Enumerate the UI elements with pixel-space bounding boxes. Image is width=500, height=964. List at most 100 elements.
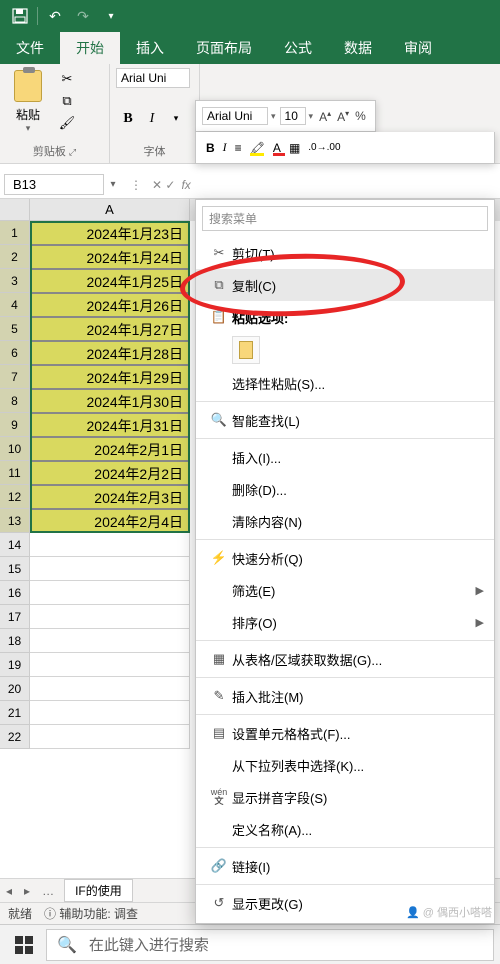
row-header[interactable]: 5 — [0, 317, 30, 341]
cell[interactable] — [30, 677, 190, 701]
context-menu-item[interactable]: 删除(D)... — [196, 473, 494, 505]
context-menu-item[interactable]: 从下拉列表中选择(K)... — [196, 749, 494, 781]
cell[interactable]: 2024年1月29日 — [30, 365, 190, 389]
cell[interactable] — [30, 605, 190, 629]
cell[interactable] — [30, 653, 190, 677]
context-menu-item[interactable]: 筛选(E)▶ — [196, 574, 494, 606]
redo-icon[interactable]: ↷ — [69, 2, 97, 30]
cut-icon[interactable]: ✂ — [57, 69, 77, 89]
row-header[interactable]: 11 — [0, 461, 30, 485]
percent-button[interactable]: % — [355, 109, 366, 123]
paste-option-icon[interactable] — [232, 336, 260, 364]
context-menu-item[interactable]: 排序(O)▶ — [196, 606, 494, 638]
font-name-select[interactable]: Arial Uni — [116, 68, 190, 88]
row-header[interactable]: 1 — [0, 221, 30, 245]
mini-bold-button[interactable]: B — [206, 141, 215, 155]
row-header[interactable]: 2 — [0, 245, 30, 269]
decimal-icon[interactable]: .0→.00 — [308, 142, 340, 153]
row-header[interactable]: 21 — [0, 701, 30, 725]
context-menu-item[interactable]: 🔍智能查找(L) — [196, 404, 494, 436]
cell[interactable] — [30, 533, 190, 557]
cell[interactable]: 2024年1月26日 — [30, 293, 190, 317]
cell[interactable] — [30, 557, 190, 581]
select-all-corner[interactable] — [0, 199, 30, 221]
row-header[interactable]: 18 — [0, 629, 30, 653]
context-menu-item[interactable]: wén文显示拼音字段(S) — [196, 781, 494, 813]
tab-home[interactable]: 开始 — [60, 32, 120, 64]
windows-start-icon[interactable] — [6, 936, 42, 954]
italic-button[interactable]: I — [140, 107, 164, 131]
context-menu-item[interactable]: 清除内容(N) — [196, 505, 494, 537]
row-header[interactable]: 20 — [0, 677, 30, 701]
cell[interactable] — [30, 629, 190, 653]
context-menu-item[interactable]: 选择性粘贴(S)... — [196, 367, 494, 399]
context-menu-item[interactable]: ⚡快速分析(Q) — [196, 542, 494, 574]
row-header[interactable]: 16 — [0, 581, 30, 605]
sheet-tab[interactable]: IF的使用 — [64, 879, 133, 902]
sheet-nav-next-icon[interactable]: ▸ — [18, 884, 36, 898]
cell[interactable] — [30, 581, 190, 605]
tab-formulas[interactable]: 公式 — [268, 32, 328, 64]
context-menu-item[interactable]: 定义名称(A)... — [196, 813, 494, 845]
mini-font-name[interactable]: Arial Uni — [202, 107, 268, 125]
row-header[interactable]: 13 — [0, 509, 30, 533]
cell[interactable]: 2024年1月24日 — [30, 245, 190, 269]
align-icon[interactable]: ≡ — [235, 141, 242, 155]
row-header[interactable]: 9 — [0, 413, 30, 437]
row-header[interactable]: 3 — [0, 269, 30, 293]
save-icon[interactable] — [6, 2, 34, 30]
sheet-nav-more-icon[interactable]: … — [36, 884, 60, 898]
border-icon[interactable]: ▦ — [289, 141, 300, 155]
cell[interactable]: 2024年1月28日 — [30, 341, 190, 365]
cell[interactable]: 2024年1月23日 — [30, 221, 190, 245]
context-menu-item[interactable]: ✎插入批注(M) — [196, 680, 494, 712]
tab-review[interactable]: 审阅 — [388, 32, 448, 64]
mini-italic-button[interactable]: I — [223, 140, 227, 155]
cell[interactable]: 2024年2月2日 — [30, 461, 190, 485]
tab-data[interactable]: 数据 — [328, 32, 388, 64]
row-header[interactable]: 22 — [0, 725, 30, 749]
row-header[interactable]: 15 — [0, 557, 30, 581]
cell[interactable]: 2024年2月4日 — [30, 509, 190, 533]
status-accessibility[interactable]: ⓘ 辅助功能: 调查 — [44, 905, 138, 922]
context-menu-item[interactable]: 🔗链接(I) — [196, 850, 494, 882]
qat-dropdown-icon[interactable]: ▾ — [97, 2, 125, 30]
more-font-icon[interactable]: ▾ — [164, 107, 188, 131]
cell[interactable]: 2024年1月25日 — [30, 269, 190, 293]
increase-font-icon[interactable]: A▴ — [319, 109, 331, 124]
row-header[interactable]: 14 — [0, 533, 30, 557]
context-search-input[interactable]: 搜索菜单 — [202, 206, 488, 231]
taskbar-search-input[interactable]: 🔍 在此键入进行搜索 — [46, 929, 494, 961]
cell[interactable]: 2024年1月31日 — [30, 413, 190, 437]
row-header[interactable]: 10 — [0, 437, 30, 461]
name-box-dropdown-icon[interactable]: ▾ — [104, 179, 122, 190]
context-menu-item[interactable]: ✂剪切(T) — [196, 237, 494, 269]
cell[interactable]: 2024年2月1日 — [30, 437, 190, 461]
row-header[interactable]: 6 — [0, 341, 30, 365]
tab-insert[interactable]: 插入 — [120, 32, 180, 64]
cell[interactable]: 2024年2月3日 — [30, 485, 190, 509]
font-color-icon[interactable]: A — [273, 141, 281, 155]
cell[interactable] — [30, 701, 190, 725]
format-painter-icon[interactable]: 🖌 — [57, 113, 77, 133]
undo-icon[interactable]: ↶ — [41, 2, 69, 30]
context-menu-item[interactable]: 插入(I)... — [196, 441, 494, 473]
decrease-font-icon[interactable]: A▾ — [337, 109, 349, 124]
bold-button[interactable]: B — [116, 107, 140, 131]
copy-icon[interactable]: ⧉ — [57, 91, 77, 111]
col-header-a[interactable]: A — [30, 199, 190, 221]
tab-file[interactable]: 文件 — [0, 32, 60, 64]
cell[interactable]: 2024年1月30日 — [30, 389, 190, 413]
tab-page-layout[interactable]: 页面布局 — [180, 32, 268, 64]
name-box[interactable]: B13 — [4, 174, 104, 195]
row-header[interactable]: 7 — [0, 365, 30, 389]
row-header[interactable]: 12 — [0, 485, 30, 509]
row-header[interactable]: 19 — [0, 653, 30, 677]
context-menu-item[interactable]: ▦从表格/区域获取数据(G)... — [196, 643, 494, 675]
row-header[interactable]: 17 — [0, 605, 30, 629]
row-header[interactable]: 8 — [0, 389, 30, 413]
context-menu-item[interactable]: ⧉复制(C) — [196, 269, 494, 301]
cell[interactable] — [30, 725, 190, 749]
mini-font-size[interactable]: 10 — [280, 107, 306, 125]
fill-color-icon[interactable]: 🖍 — [250, 141, 265, 155]
